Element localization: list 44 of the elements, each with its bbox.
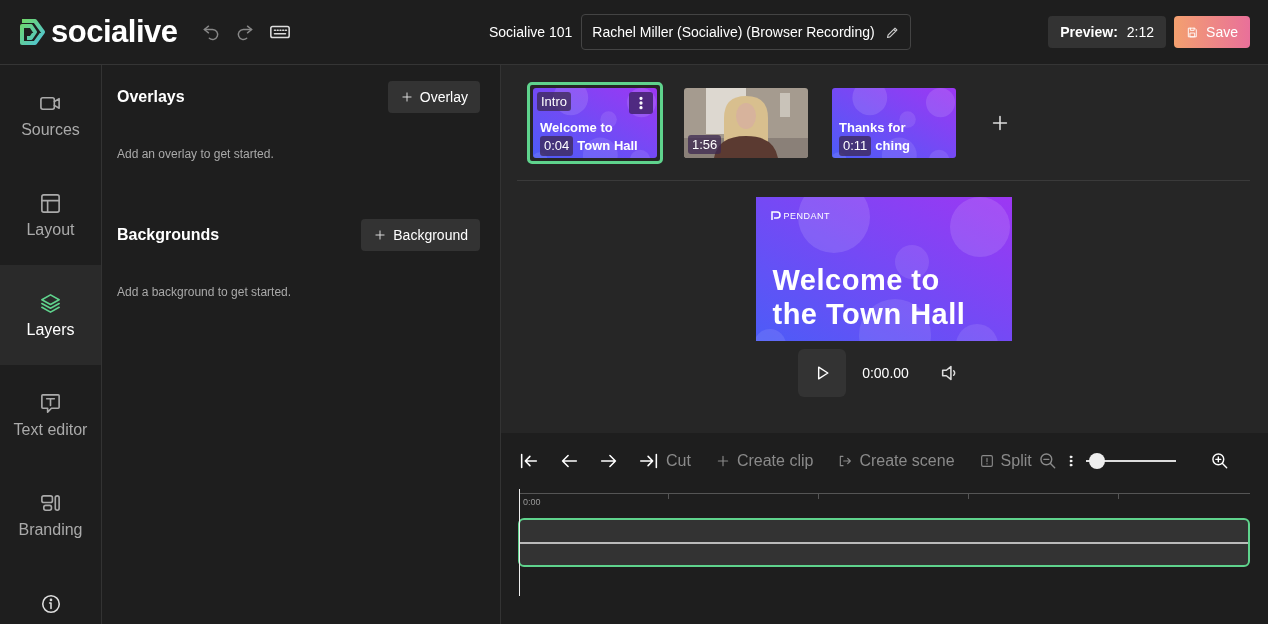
logo-text: socialive [51,14,178,50]
layers-icon [39,291,62,315]
timeline-clip[interactable] [518,518,1250,567]
slide-title: ching [875,137,910,154]
brand-icon [770,210,781,221]
logo-icon [17,17,47,47]
nav-item[interactable]: Text editor [0,365,101,465]
slide-title: Welcome to [540,119,614,136]
nav-item[interactable]: Sources [0,65,101,165]
timecode: 0:00.00 [862,365,909,381]
nav-item[interactable]: Layers [0,265,101,365]
slide-title: Thanks for [839,119,907,136]
project-name: Socialive 101 [489,24,573,40]
save-icon [1186,25,1200,39]
scene-thumbnail[interactable]: 1:56 [678,81,814,164]
empty-message: Add an overlay to get started. [117,147,275,161]
layout-icon [39,191,62,215]
play-button[interactable] [798,349,847,397]
slide-title: the Town Hall [772,297,966,331]
section-title: Overlays [117,88,185,106]
zoom-in-icon [1209,450,1230,471]
empty-message: Add a background to get started. [117,285,293,299]
add-button[interactable]: Overlay [387,81,480,113]
plus-icon [399,90,414,104]
recording-title-field[interactable]: Rachel Miller (Socialive) (Browser Recording) [581,14,911,50]
nav-item[interactable]: Layout [0,165,101,265]
text-box-icon [39,391,62,415]
ruler-label: 0:00 [523,497,541,507]
scene-menu-button[interactable] [629,91,653,114]
duration-badge: 0:11 [839,135,872,156]
plus-icon [373,228,388,242]
slide-title: Welcome to [772,263,941,297]
zoom-out-icon [1037,450,1058,471]
add-button[interactable]: Background [361,219,480,251]
slide-title: Town Hall [577,137,638,154]
info-icon [39,593,62,615]
slider-thumb[interactable] [1088,452,1105,469]
duration-badge: 0:04 [540,135,574,156]
section-title: Backgrounds [117,226,220,244]
preview-duration-badge: Preview: 2:12 [1048,16,1167,48]
scene-thumbnail[interactable]: Welcome to 0:04 Town Hall Intro [527,81,663,164]
nav-item[interactable]: Branding [0,465,101,565]
scene-thumbnail[interactable]: Thanks for 0:11 ching [826,81,962,164]
brand-logo: PENDANT [770,210,830,221]
